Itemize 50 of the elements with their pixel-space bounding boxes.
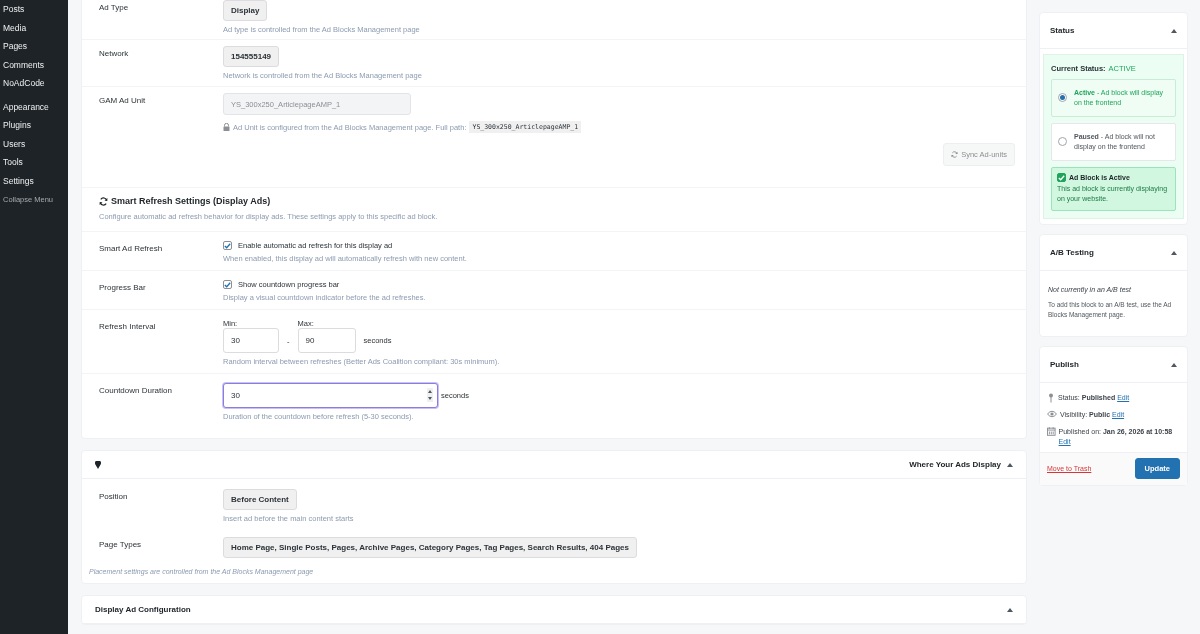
value-chip: Display (223, 0, 268, 21)
checkbox[interactable] (223, 280, 232, 289)
sidebar-item[interactable]: Posts (0, 0, 68, 19)
field-label: Refresh Interval (99, 321, 157, 333)
field-label: Countdown Duration (99, 385, 173, 397)
value-chip: Home Page, Single Posts, Pages, Archive Pages, Category Pages, Tag Pages, Search Results, 404 Pages (223, 537, 637, 558)
max-input[interactable]: 90 (297, 328, 356, 353)
field-label: Progress Bar (99, 282, 147, 294)
radio-button[interactable] (1058, 137, 1067, 146)
spinner-icon[interactable] (427, 388, 433, 402)
radio-button[interactable] (1058, 93, 1067, 102)
pin-icon (95, 460, 101, 469)
checkbox[interactable] (223, 241, 232, 250)
caret-up-icon[interactable] (1007, 607, 1013, 612)
panel-title: Where Your Ads Display (909, 460, 1001, 469)
sidebar-item[interactable]: Settings (0, 171, 68, 190)
value-chip: Before Content (223, 489, 297, 510)
check-icon[interactable] (1057, 173, 1066, 182)
eye-icon (1047, 410, 1057, 418)
sidebar-item[interactable]: Media (0, 18, 68, 37)
caret-up-icon[interactable] (1171, 250, 1177, 255)
field-label: Position (99, 491, 129, 503)
caret-up-icon[interactable] (1007, 462, 1013, 467)
calendar-icon (1047, 427, 1056, 436)
refresh-icon (99, 196, 108, 206)
value-chip: 154555149 (223, 46, 280, 67)
sidebar-item[interactable]: Appearance (0, 97, 68, 116)
caret-up-icon[interactable] (1171, 362, 1177, 367)
field-label: Page Types (99, 539, 143, 551)
panel-title: Display Ad Configuration (95, 605, 191, 614)
caret-up-icon[interactable] (1171, 28, 1177, 33)
field-label: Smart Ad Refresh (99, 243, 164, 255)
sidebar-item[interactable]: Tools (0, 153, 68, 172)
min-input[interactable]: 30 (223, 328, 279, 353)
box-title: A/B Testing (1050, 248, 1094, 257)
field-label: Network (99, 48, 130, 60)
field-label: Ad Type (99, 2, 130, 14)
number-input[interactable]: 30 (223, 383, 438, 408)
section-title: Smart Refresh Settings (Display Ads) (111, 196, 271, 206)
box-title: Publish (1050, 360, 1079, 369)
lock-icon (223, 123, 230, 131)
field-label: GAM Ad Unit (99, 95, 147, 107)
sidebar-item[interactable]: Users (0, 134, 68, 153)
sidebar-item[interactable]: Comments (0, 55, 68, 74)
box-title: Status (1050, 26, 1075, 35)
sidebar-item[interactable]: NoAdCode (0, 74, 68, 93)
pin-icon (1047, 393, 1055, 403)
refresh-icon (951, 151, 959, 158)
sidebar-item[interactable]: Pages (0, 37, 68, 56)
sidebar-item[interactable]: Plugins (0, 116, 68, 135)
